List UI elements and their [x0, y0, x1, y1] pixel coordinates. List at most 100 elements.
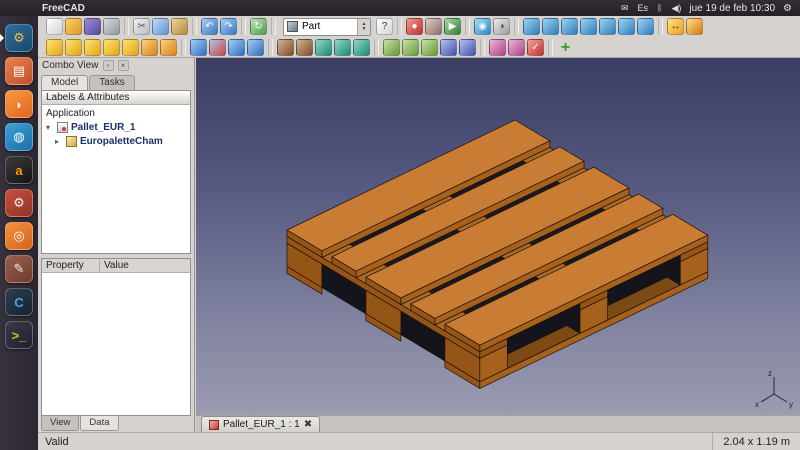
- refresh-button[interactable]: ↻: [250, 18, 267, 35]
- loft-button[interactable]: [440, 39, 457, 56]
- blender-icon: ◎: [13, 228, 24, 244]
- part-icon: [66, 136, 77, 147]
- cut-button[interactable]: ✂: [133, 18, 150, 35]
- toolbar-separator: [241, 18, 246, 35]
- view-right-button[interactable]: [580, 18, 597, 35]
- view-top-button[interactable]: [561, 18, 578, 35]
- pallet-3d-model[interactable]: zxy: [196, 58, 800, 415]
- part-cylinder-button[interactable]: [65, 39, 82, 56]
- print-button[interactable]: [103, 18, 120, 35]
- fillet-button[interactable]: [383, 39, 400, 56]
- workbench-icon: [287, 21, 298, 32]
- keyboard-layout-indicator-icon[interactable]: Es: [638, 3, 649, 13]
- view-isometric-button[interactable]: [523, 18, 540, 35]
- copy-button[interactable]: [152, 18, 169, 35]
- launcher-item-firefox[interactable]: ◗: [5, 90, 33, 118]
- combo-spinner-icon[interactable]: ▲▼: [357, 19, 370, 35]
- launcher-item-file-manager[interactable]: ▤: [5, 57, 33, 85]
- fit-all-icon: ◉: [478, 22, 487, 32]
- view-left-button[interactable]: [637, 18, 654, 35]
- measure-distance-button[interactable]: ↔: [667, 18, 684, 35]
- macros-button[interactable]: [425, 18, 442, 35]
- extrude-button[interactable]: [315, 39, 332, 56]
- toolbar-separator: [192, 18, 197, 35]
- viewport-dimensions: 2.04 x 1.19 m: [712, 433, 800, 450]
- draw-style-button[interactable]: ◑: [493, 18, 510, 35]
- view-rear-button[interactable]: [599, 18, 616, 35]
- new-document-button[interactable]: [46, 18, 63, 35]
- chamfer-button[interactable]: [402, 39, 419, 56]
- open-document-button[interactable]: [65, 18, 82, 35]
- mirror-button[interactable]: [353, 39, 370, 56]
- part-torus-button[interactable]: [122, 39, 139, 56]
- session-menu-icon[interactable]: ⚙: [783, 3, 792, 14]
- model-tree: Labels & Attributes Application ▾ Pallet…: [41, 90, 191, 254]
- sweep-button[interactable]: [459, 39, 476, 56]
- macro-record-button[interactable]: ●: [406, 18, 423, 35]
- launcher-item-gimp[interactable]: ✎: [5, 255, 33, 283]
- part-box-button[interactable]: [46, 39, 63, 56]
- volume-indicator-icon[interactable]: ◀): [671, 3, 681, 14]
- undo-button[interactable]: ↶: [201, 18, 218, 35]
- value-column-header[interactable]: Value: [100, 259, 190, 272]
- macro-execute-button[interactable]: ▶: [444, 18, 461, 35]
- ruled-surface-button[interactable]: [421, 39, 438, 56]
- boolean-cut-button[interactable]: [209, 39, 226, 56]
- file-manager-icon: ▤: [13, 63, 25, 79]
- tree-item-part[interactable]: ▸ EuropaletteCham: [42, 134, 190, 148]
- tab-tasks[interactable]: Tasks: [89, 75, 135, 90]
- boolean-operation-button[interactable]: [190, 39, 207, 56]
- save-document-button[interactable]: [84, 18, 101, 35]
- cross-sections-button[interactable]: [296, 39, 313, 56]
- undo-icon: ↶: [205, 22, 213, 32]
- redo-button[interactable]: ↷: [220, 18, 237, 35]
- whats-this-button[interactable]: ?: [376, 18, 393, 35]
- view-front-button[interactable]: [542, 18, 559, 35]
- part-cone-button[interactable]: [103, 39, 120, 56]
- property-header-row: Property Value: [42, 259, 190, 273]
- expander-icon[interactable]: ▸: [55, 137, 63, 146]
- launcher-item-messaging-app[interactable]: ◍: [5, 123, 33, 151]
- bluetooth-indicator-icon[interactable]: ᛒ: [657, 3, 662, 13]
- clock[interactable]: jue 19 de feb 10:30: [689, 3, 775, 14]
- part-primitives-button[interactable]: [141, 39, 158, 56]
- launcher-item-system-settings[interactable]: ⚙: [5, 189, 33, 217]
- combo-view-tabs: Model Tasks: [38, 73, 194, 90]
- boolean-common-button[interactable]: [247, 39, 264, 56]
- panel-close-icon[interactable]: ×: [118, 60, 129, 71]
- thickness-button[interactable]: [508, 39, 525, 56]
- launcher-item-amazon[interactable]: a: [5, 156, 33, 184]
- tree-column-header[interactable]: Labels & Attributes: [42, 91, 190, 105]
- part-sphere-button[interactable]: [84, 39, 101, 56]
- system-tray: ✉ Es ᛒ ◀): [621, 3, 681, 14]
- offset-button[interactable]: [489, 39, 506, 56]
- tab-data[interactable]: Data: [80, 416, 118, 431]
- view-bottom-button[interactable]: [618, 18, 635, 35]
- 3d-viewport[interactable]: zxy: [196, 58, 800, 415]
- revolve-button[interactable]: [334, 39, 351, 56]
- section-button[interactable]: [277, 39, 294, 56]
- panel-float-icon[interactable]: ▫: [103, 60, 114, 71]
- launcher-item-terminal[interactable]: >_: [5, 321, 33, 349]
- shape-builder-button[interactable]: [160, 39, 177, 56]
- add-item-button[interactable]: +: [557, 39, 574, 56]
- launcher-item-blender[interactable]: ◎: [5, 222, 33, 250]
- launcher-item-code-editor[interactable]: C: [5, 288, 33, 316]
- boolean-union-button[interactable]: [228, 39, 245, 56]
- document-tab[interactable]: Pallet_EUR_1 : 1 ✖: [201, 416, 320, 432]
- tree-item-document[interactable]: ▾ Pallet_EUR_1: [42, 120, 190, 134]
- launcher-item-freecad[interactable]: ⚙: [5, 24, 33, 52]
- tab-model[interactable]: Model: [41, 75, 88, 90]
- fit-all-button[interactable]: ◉: [474, 18, 491, 35]
- tab-close-icon[interactable]: ✖: [304, 419, 312, 430]
- tree-item-application[interactable]: Application: [42, 106, 190, 120]
- workbench-selector[interactable]: Part▲▼: [283, 18, 371, 36]
- measure-clear-button[interactable]: [686, 18, 703, 35]
- tab-view[interactable]: View: [41, 416, 79, 431]
- property-column-header[interactable]: Property: [42, 259, 100, 272]
- expander-icon[interactable]: ▾: [46, 123, 54, 132]
- check-geometry-button[interactable]: ✓: [527, 39, 544, 56]
- mail-indicator-icon[interactable]: ✉: [621, 3, 629, 14]
- paste-button[interactable]: [171, 18, 188, 35]
- active-app-indicator: [0, 34, 4, 42]
